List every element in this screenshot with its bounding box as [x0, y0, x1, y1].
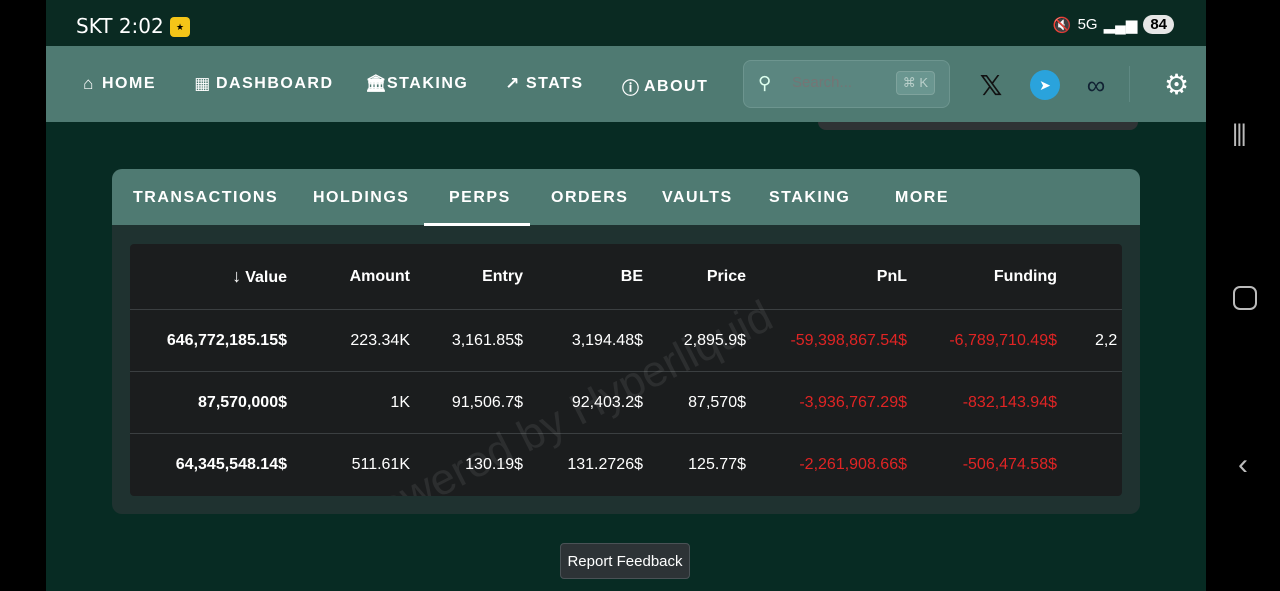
- cell-entry: 91,506.7$: [410, 371, 523, 434]
- column-header-value[interactable]: ↓ Value: [130, 244, 287, 310]
- notification-app-icon: ★: [170, 17, 190, 37]
- cell-entry: 3,161.85$: [410, 309, 523, 372]
- nav-about-label: ABOUT: [644, 77, 709, 95]
- signal-icon: ▂▄▆: [1103, 16, 1138, 34]
- nav-home-label: HOME: [102, 75, 156, 92]
- 5g-icon: 5G: [1077, 16, 1098, 33]
- bank-icon: 🏛: [365, 74, 389, 93]
- active-tab-indicator: [424, 223, 530, 226]
- column-header-overflow: [1057, 244, 1122, 310]
- cell-be: 92,403.2$: [523, 371, 643, 434]
- nav-dashboard-label: DASHBOARD: [216, 75, 334, 92]
- column-header-be[interactable]: BE: [523, 244, 643, 310]
- cell-price: 125.77$: [688, 455, 746, 473]
- cell-entry: 130.19$: [465, 455, 523, 473]
- x-icon[interactable]: 𝕏: [976, 70, 1006, 101]
- cell-funding: -832,143.94$: [907, 371, 1057, 434]
- search-input[interactable]: [790, 73, 894, 92]
- cell-pnl: -2,261,908.66$: [799, 455, 907, 473]
- cell-funding: -6,789,710.49$: [907, 309, 1057, 372]
- back-icon[interactable]: ‹: [1238, 448, 1248, 482]
- cell-amount: 223.34K: [287, 309, 410, 372]
- home-button-icon[interactable]: [1233, 286, 1257, 310]
- table-row[interactable]: 64,345,548.14$ 511.61K 130.19$ 131.2726$…: [130, 434, 1122, 496]
- info-icon: ⓘ: [622, 79, 641, 98]
- home-icon: ⌂: [83, 74, 95, 93]
- table-row[interactable]: 87,570,000$ 1K 91,506.7$ 92,403.2$ 87,57…: [130, 371, 1122, 434]
- table-header-row: ↓ Value Amount Entry BE Price PnL Funding: [130, 244, 1122, 310]
- app-window: ⌂ HOME ▦ DASHBOARD 🏛 STAKING ↗ STATS ⓘ A…: [46, 46, 1206, 591]
- tab-bar: TRANSACTIONS HOLDINGS PERPS ORDERS VAULT…: [112, 169, 1140, 226]
- perps-card: TRANSACTIONS HOLDINGS PERPS ORDERS VAULT…: [112, 169, 1140, 514]
- search-box[interactable]: ⚲ ⌘ K: [743, 60, 950, 108]
- status-bar: [46, 0, 1206, 46]
- cell-pnl: -59,398,867.54$: [746, 309, 907, 372]
- tab-more[interactable]: MORE: [895, 189, 949, 207]
- cell-amount: 511.61K: [351, 455, 410, 473]
- tab-holdings[interactable]: HOLDINGS: [313, 189, 409, 207]
- tab-vaults[interactable]: VAULTS: [662, 189, 733, 207]
- search-icon: ⚲: [758, 73, 772, 93]
- column-header-entry[interactable]: Entry: [410, 244, 523, 310]
- status-icons: 🔇 5G ▂▄▆ 84: [1053, 15, 1174, 34]
- cell-price: 87,570$: [643, 371, 746, 434]
- nav-home[interactable]: ⌂ HOME: [80, 74, 156, 94]
- perps-table-container[interactable]: ↓ Value Amount Entry BE Price PnL Funding…: [130, 244, 1122, 496]
- nav-dashboard[interactable]: ▦ DASHBOARD: [194, 74, 334, 94]
- nav-divider: [1129, 66, 1130, 102]
- tab-perps[interactable]: PERPS: [449, 189, 511, 207]
- nav-stats-label: STATS: [526, 75, 584, 92]
- column-header-pnl[interactable]: PnL: [746, 244, 907, 310]
- nav-stats[interactable]: ↗ STATS: [504, 74, 584, 94]
- top-navbar: ⌂ HOME ▦ DASHBOARD 🏛 STAKING ↗ STATS ⓘ A…: [46, 46, 1206, 122]
- hyperliquid-icon[interactable]: ∞: [1081, 70, 1111, 100]
- table-row[interactable]: 646,772,185.15$ 223.34K 3,161.85$ 3,194.…: [130, 309, 1122, 372]
- perps-table: ↓ Value Amount Entry BE Price PnL Funding…: [130, 244, 1122, 495]
- cell-overflow: [1057, 371, 1122, 434]
- telegram-icon[interactable]: ➤: [1030, 70, 1060, 100]
- cell-value: 87,570,000$: [130, 371, 287, 434]
- search-shortcut: ⌘ K: [895, 71, 935, 95]
- nav-about[interactable]: ⓘ ABOUT: [622, 74, 708, 99]
- cell-be: 131.2726$: [567, 455, 643, 473]
- mute-icon: 🔇: [1052, 16, 1072, 34]
- column-header-funding[interactable]: Funding: [907, 244, 1057, 310]
- column-header-value-label: Value: [245, 269, 287, 286]
- column-header-price[interactable]: Price: [643, 244, 746, 310]
- report-feedback-button[interactable]: Report Feedback: [560, 543, 690, 579]
- cell-price: 2,895.9$: [643, 309, 746, 372]
- dropdown-edge: [818, 122, 1138, 130]
- status-time: SKT 2:02: [76, 14, 164, 38]
- column-header-amount[interactable]: Amount: [287, 244, 410, 310]
- cell-funding: -506,474.58$: [962, 455, 1057, 473]
- cell-overflow: [1057, 434, 1122, 496]
- cell-overflow: 2,2: [1057, 309, 1122, 372]
- trend-icon: ↗: [505, 74, 521, 93]
- nav-staking-label: STAKING: [387, 75, 469, 92]
- cell-be: 3,194.48$: [523, 309, 643, 372]
- sort-down-icon: ↓: [232, 266, 242, 286]
- tab-transactions[interactable]: TRANSACTIONS: [133, 189, 278, 207]
- cell-pnl: -3,936,767.29$: [746, 371, 907, 434]
- cell-amount: 1K: [287, 371, 410, 434]
- nav-staking[interactable]: 🏛 STAKING: [365, 74, 468, 94]
- tab-staking[interactable]: STAKING: [769, 189, 850, 207]
- cell-value: 646,772,185.15$: [130, 309, 287, 372]
- cell-value: 64,345,548.14$: [175, 455, 287, 473]
- dashboard-icon: ▦: [194, 74, 212, 93]
- battery-icon: 84: [1143, 15, 1174, 34]
- recents-icon[interactable]: |||: [1232, 120, 1247, 148]
- tab-orders[interactable]: ORDERS: [551, 189, 628, 207]
- gear-icon[interactable]: ⚙: [1164, 68, 1189, 101]
